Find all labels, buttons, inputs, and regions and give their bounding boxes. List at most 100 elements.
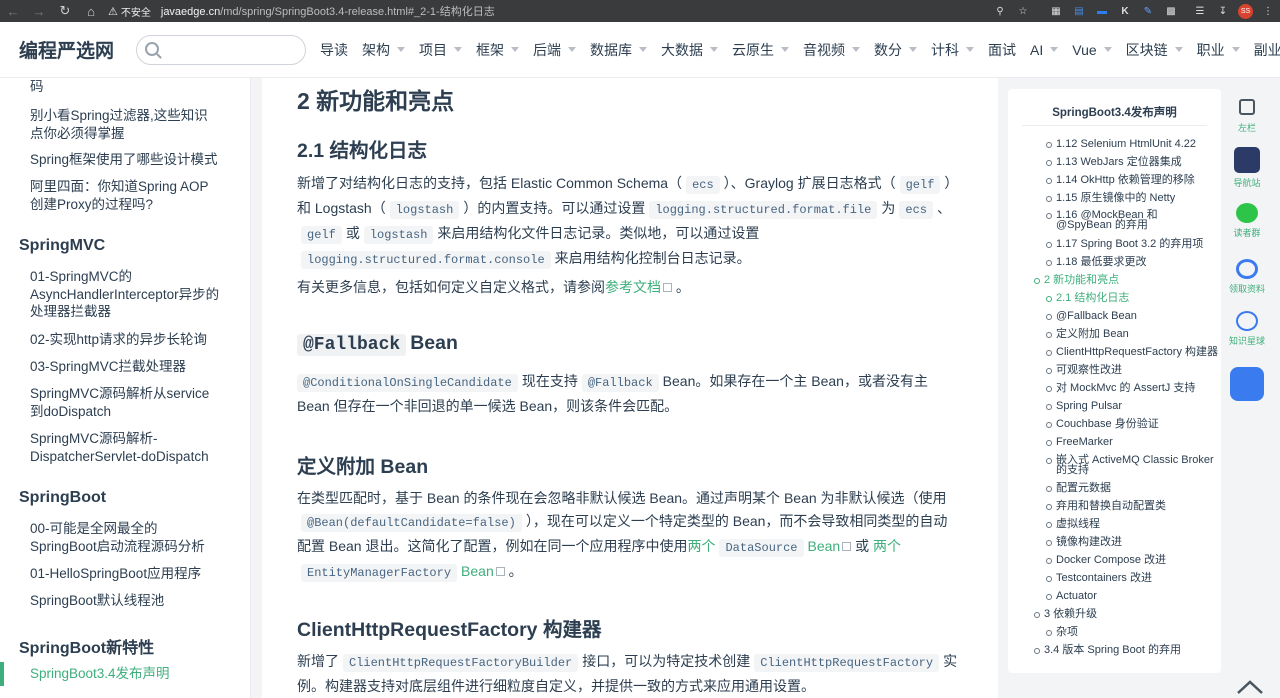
- inline-code: @Fallback: [581, 374, 659, 392]
- sidebar-item-mvc-service[interactable]: SpringMVC源码解析从service到doDispatch: [0, 385, 240, 420]
- nav-item-6[interactable]: 大数据: [661, 40, 719, 60]
- toc-item[interactable]: Spring Pulsar: [1044, 401, 1122, 412]
- two-datasource-link[interactable]: 两个 DataSource Bean: [687, 538, 840, 557]
- sidebar-item-fragment[interactable]: 码: [0, 78, 64, 96]
- sidebar-item-spring-filter[interactable]: 别小看Spring过滤器,这些知识点你必须得掌握: [0, 107, 240, 142]
- sidebar-item-boot-threadpool[interactable]: SpringBoot默认线程池: [0, 592, 240, 610]
- sidebar-item-mvc-async[interactable]: 01-SpringMVC的AsyncHandlerInterceptor异步的处…: [0, 268, 240, 321]
- sidebar-item-boot-startup[interactable]: 00-可能是全网最全的SpringBoot启动流程源码分析: [0, 520, 240, 555]
- toc-item[interactable]: 可观察性改进: [1044, 365, 1122, 376]
- toc-item[interactable]: Couchbase 身份验证: [1044, 419, 1159, 430]
- sidebar-item-spring-patterns[interactable]: Spring框架使用了哪些设计模式: [0, 151, 240, 169]
- nav-item-0[interactable]: 导读: [320, 40, 348, 60]
- toc-item[interactable]: 弃用和替换自动配置类: [1044, 501, 1166, 512]
- zoom-icon[interactable]: ⚲: [992, 3, 1008, 19]
- nav-item-14[interactable]: 区块链: [1126, 40, 1183, 60]
- nav-item-11[interactable]: 面试: [988, 40, 1016, 60]
- knowledge-planet-button[interactable]: 知识星球: [1225, 311, 1269, 347]
- toc-item[interactable]: 3.4 版本 Spring Boot 的弃用: [1032, 645, 1181, 656]
- left-sidebar-toggle[interactable]: 左栏: [1225, 99, 1269, 134]
- extension-blue-icon[interactable]: ▬: [1094, 3, 1110, 19]
- sidebar-item-mvc-dispatch[interactable]: SpringMVC源码解析-DispatcherServlet-doDispat…: [0, 430, 240, 465]
- download-icon[interactable]: ↧: [1215, 3, 1231, 19]
- text: ）的内置支持。可以通过设置: [463, 200, 646, 216]
- extension-grid-icon[interactable]: ▦: [1048, 3, 1064, 19]
- sidebar-item-mvc-interceptor[interactable]: 03-SpringMVC拦截处理器: [0, 358, 240, 376]
- nav-item-9[interactable]: 数分: [874, 40, 918, 60]
- get-materials-button[interactable]: 领取资料: [1225, 259, 1269, 295]
- toc-item[interactable]: 定义附加 Bean: [1044, 329, 1129, 340]
- bookmark-star-icon[interactable]: ☆: [1015, 3, 1031, 19]
- toc-item[interactable]: Docker Compose 改进: [1044, 555, 1166, 566]
- security-indicator[interactable]: ⚠ 不安全: [108, 4, 151, 19]
- nav-item-2[interactable]: 项目: [419, 40, 463, 60]
- nav-item-8[interactable]: 音视频: [803, 40, 861, 60]
- toc-item[interactable]: 1.15 原生镜像中的 Netty: [1044, 193, 1175, 204]
- more-menu-icon[interactable]: ⋮: [1260, 3, 1276, 19]
- home-icon[interactable]: ⌂: [78, 0, 104, 22]
- extension-pen-icon[interactable]: ✎: [1140, 3, 1156, 19]
- nav-station-button[interactable]: 导航站: [1225, 147, 1269, 189]
- nav-item-16[interactable]: 副业: [1254, 40, 1280, 60]
- text: Bean: [410, 332, 458, 354]
- profile-avatar[interactable]: SS: [1238, 3, 1253, 19]
- toc-item[interactable]: 虚拟线程: [1044, 519, 1100, 530]
- toc-item[interactable]: 杂项: [1044, 627, 1078, 638]
- extension-translate-icon[interactable]: ▤: [1071, 3, 1087, 19]
- reader-group-button[interactable]: 读者群: [1225, 203, 1269, 239]
- external-link-icon: [842, 542, 852, 551]
- reload-icon[interactable]: ↻: [52, 0, 78, 22]
- search-box[interactable]: [136, 34, 307, 65]
- toc-item[interactable]: 3 依赖升级: [1032, 609, 1097, 620]
- nav-item-label: 架构: [362, 41, 391, 58]
- toc-item[interactable]: Testcontainers 改进: [1044, 573, 1152, 584]
- toc-divider: [1022, 125, 1207, 126]
- toc-item[interactable]: FreeMarker: [1044, 437, 1113, 448]
- toc-item[interactable]: 1.14 OkHttp 依赖管理的移除: [1044, 175, 1195, 186]
- toc-title: SpringBoot3.4发布声明: [1052, 107, 1177, 119]
- nav-item-10[interactable]: 计科: [931, 40, 975, 60]
- nav-item-4[interactable]: 后端: [533, 40, 577, 60]
- inline-code: gelf: [899, 176, 941, 194]
- toc-item[interactable]: 1.12 Selenium HtmlUnit 4.22: [1044, 139, 1196, 150]
- extension-k-icon[interactable]: K: [1117, 3, 1133, 19]
- sidebar-group-springmvc[interactable]: SpringMVC: [0, 237, 105, 255]
- sidebar-item-mvc-longpoll[interactable]: 02-实现http请求的异步长轮询: [0, 331, 240, 349]
- back-to-top-icon[interactable]: [1236, 676, 1264, 696]
- toc-item[interactable]: 1.18 最低要求更改: [1044, 257, 1146, 268]
- address-bar[interactable]: javaedge.cn/md/spring/SpringBoot3.4-rele…: [161, 3, 495, 19]
- warning-icon: ⚠: [108, 5, 118, 18]
- reading-list-icon[interactable]: ☰: [1192, 3, 1208, 19]
- toc-item[interactable]: 1.17 Spring Boot 3.2 的弃用项: [1044, 239, 1203, 250]
- nav-item-13[interactable]: Vue: [1072, 42, 1112, 58]
- nav-item-5[interactable]: 数据库: [590, 40, 648, 60]
- sidebar-group-springboot[interactable]: SpringBoot: [0, 489, 106, 507]
- toc-item[interactable]: 1.16 @MockBean 和 @SpyBean 的弃用: [1044, 210, 1214, 231]
- back-arrow-icon[interactable]: ←: [0, 0, 26, 22]
- nav-item-1[interactable]: 架构: [362, 40, 406, 60]
- toc-item[interactable]: 对 MockMvc 的 AssertJ 支持: [1044, 383, 1195, 394]
- toc-item[interactable]: @Fallback Bean: [1044, 311, 1137, 322]
- forward-arrow-icon[interactable]: →: [26, 0, 52, 22]
- toc-item[interactable]: 镜像构建改进: [1044, 537, 1122, 548]
- toc-item[interactable]: ClientHttpRequestFactory 构建器: [1044, 347, 1218, 358]
- sidebar-item-boot-hello[interactable]: 01-HelloSpringBoot应用程序: [0, 565, 240, 583]
- nav-item-15[interactable]: 职业: [1197, 40, 1240, 60]
- nav-item-3[interactable]: 框架: [476, 40, 520, 60]
- nav-item-12[interactable]: AI: [1030, 42, 1059, 58]
- sidebar-group-springboot-new[interactable]: SpringBoot新特性: [0, 634, 154, 658]
- toc-item[interactable]: 2 新功能和亮点: [1032, 275, 1119, 286]
- toc-item[interactable]: 2.1 结构化日志: [1044, 293, 1129, 304]
- sidebar-item-active[interactable]: SpringBoot3.4发布声明: [0, 662, 240, 686]
- sidebar-item-spring-aop[interactable]: 阿里四面：你知道Spring AOP创建Proxy的过程吗?: [0, 178, 240, 213]
- reference-docs-link[interactable]: 参考文档: [605, 279, 661, 295]
- site-title[interactable]: 编程严选网: [19, 36, 114, 63]
- nav-item-7[interactable]: 云原生: [732, 40, 790, 60]
- app-button[interactable]: [1225, 367, 1269, 404]
- search-input[interactable]: [165, 35, 306, 64]
- toc-item[interactable]: Actuator: [1044, 591, 1097, 602]
- toc-item[interactable]: 1.13 WebJars 定位器集成: [1044, 157, 1182, 168]
- extensions-puzzle-icon[interactable]: ▩: [1163, 3, 1179, 19]
- toc-item[interactable]: 配置元数据: [1044, 483, 1111, 494]
- toc-item[interactable]: 嵌入式 ActiveMQ Classic Broker 的支持: [1044, 455, 1214, 476]
